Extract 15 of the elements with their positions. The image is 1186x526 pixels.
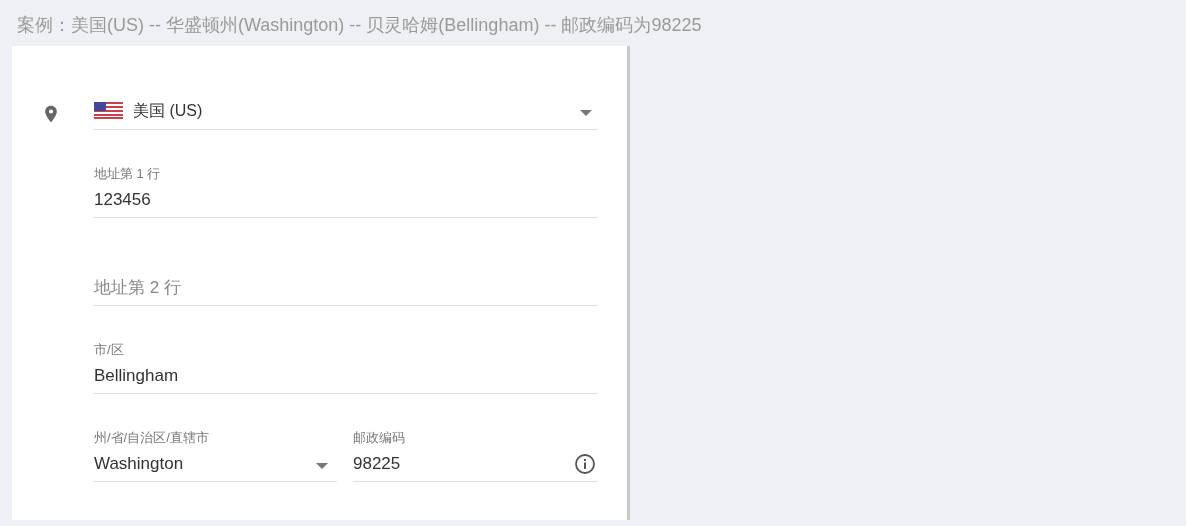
field-label: 地址第 1 行 (94, 166, 161, 181)
country-select[interactable]: 美国 (US) (94, 92, 598, 130)
dropdown-caret-icon (580, 109, 592, 116)
input-field[interactable]: 地址第 2 行 (94, 272, 596, 303)
input-field[interactable]: Bellingham (94, 360, 596, 391)
dropdown-field[interactable]: Washington (94, 448, 316, 479)
info-icon (574, 452, 596, 475)
field-label: 邮政编码 (353, 430, 405, 445)
us-flag-icon (94, 102, 123, 119)
field-label: 州/省/自治区/直辖市 (94, 430, 209, 445)
input-field[interactable]: 123456 (94, 184, 596, 215)
input-field[interactable]: 98225 (353, 448, 574, 479)
field-label: 市/区 (94, 342, 124, 357)
example-caption: 案例：美国(US) -- 华盛顿州(Washington) -- 贝灵哈姆(Bellingham) -- 邮政编码为98225 (17, 15, 702, 35)
dropdown-caret-icon (316, 462, 328, 469)
